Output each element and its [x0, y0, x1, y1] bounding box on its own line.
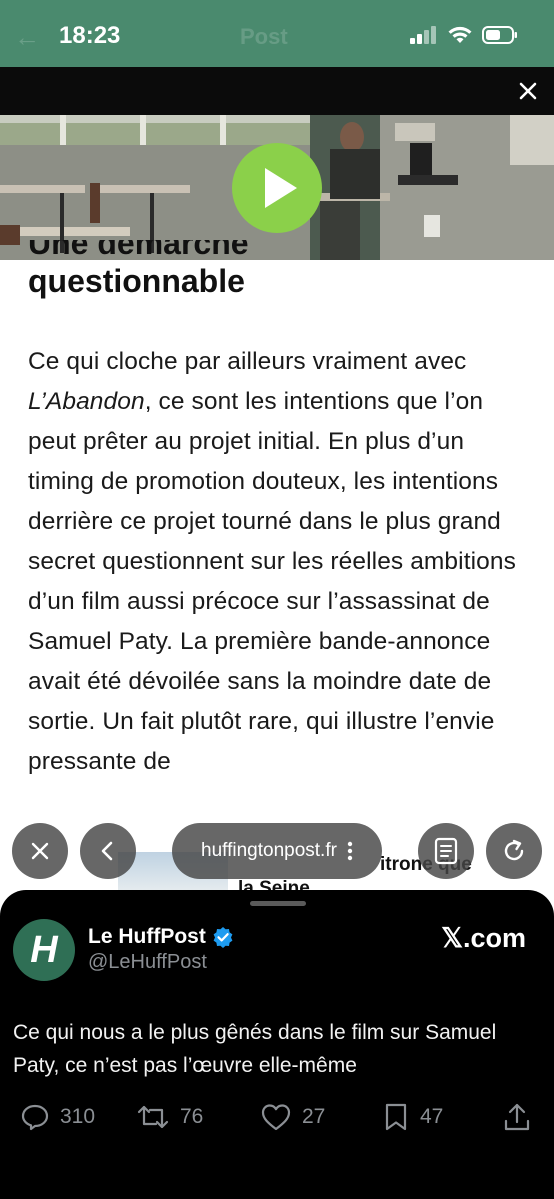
tweet-text: Ce qui nous a le plus gênés dans le film…: [13, 1021, 497, 1077]
article-paragraph: Ce qui cloche par ailleurs vraiment avec…: [28, 348, 516, 775]
close-tab-button[interactable]: [12, 823, 68, 879]
heading-line: questionnable: [28, 263, 245, 299]
film-title-italic: L’Abandon: [28, 388, 145, 415]
reload-button[interactable]: [486, 823, 542, 879]
author-handle[interactable]: @LeHuffPost: [88, 951, 207, 974]
reply-icon: [21, 1104, 49, 1131]
wifi-icon: [448, 26, 472, 43]
url-bar[interactable]: huffingtonpost.fr: [172, 823, 382, 879]
article-body: Une démarche questionnable Ce qui cloche…: [28, 240, 528, 782]
browser-toolbar: huffingtonpost.fr: [0, 815, 554, 895]
sheet-drag-handle[interactable]: [250, 901, 306, 906]
video-player-bar: [0, 67, 554, 115]
bookmark-button[interactable]: 47: [382, 1102, 443, 1132]
avatar[interactable]: H: [13, 919, 75, 981]
cellular-signal-icon: [410, 26, 436, 44]
play-button[interactable]: [232, 143, 322, 233]
bookmark-count: 47: [420, 1105, 444, 1128]
heart-icon: [261, 1104, 291, 1131]
like-button[interactable]: 27: [260, 1102, 325, 1132]
verified-badge-icon: [213, 927, 233, 948]
display-name-text: Le HuffPost: [88, 925, 206, 948]
author-display-name[interactable]: Le HuffPost: [88, 925, 234, 949]
status-icons: [410, 26, 518, 44]
status-time: 18:23: [59, 22, 121, 49]
battery-icon: [482, 26, 517, 44]
reply-count: 310: [60, 1105, 96, 1128]
like-count: 27: [302, 1105, 326, 1128]
video-thumbnail[interactable]: [0, 115, 554, 260]
reply-button[interactable]: 310: [20, 1102, 95, 1132]
close-icon[interactable]: [516, 79, 540, 103]
ghost-page-title: Post: [240, 24, 288, 49]
avatar-logo-letter: H: [30, 928, 58, 971]
x-source-link[interactable]: 𝕏.com: [441, 923, 526, 954]
repost-button[interactable]: 76: [136, 1102, 203, 1132]
share-button[interactable]: [503, 1102, 531, 1132]
reader-mode-button[interactable]: [418, 823, 474, 879]
bookmark-icon: [385, 1103, 407, 1131]
more-vertical-icon[interactable]: [347, 841, 353, 861]
article-heading: Une démarche questionnable: [28, 240, 528, 302]
tweet-actions: 310 76 27 47: [0, 1102, 554, 1142]
back-arrow-icon: ←: [14, 22, 40, 52]
url-text: huffingtonpost.fr: [201, 840, 337, 861]
share-icon: [504, 1103, 530, 1131]
reload-icon: [504, 839, 524, 861]
status-bar: ← Post 18:23: [0, 0, 554, 67]
chevron-left-icon: [101, 841, 113, 861]
repost-icon: [137, 1105, 169, 1129]
repost-count: 76: [180, 1105, 204, 1128]
heading-line-partial: Une démarche: [28, 240, 249, 260]
reader-icon: [434, 837, 458, 865]
close-icon: [31, 842, 49, 860]
tweet-sheet: H Le HuffPost @LeHuffPost 𝕏.com Ce qui n…: [0, 890, 554, 1199]
back-button[interactable]: [80, 823, 136, 879]
